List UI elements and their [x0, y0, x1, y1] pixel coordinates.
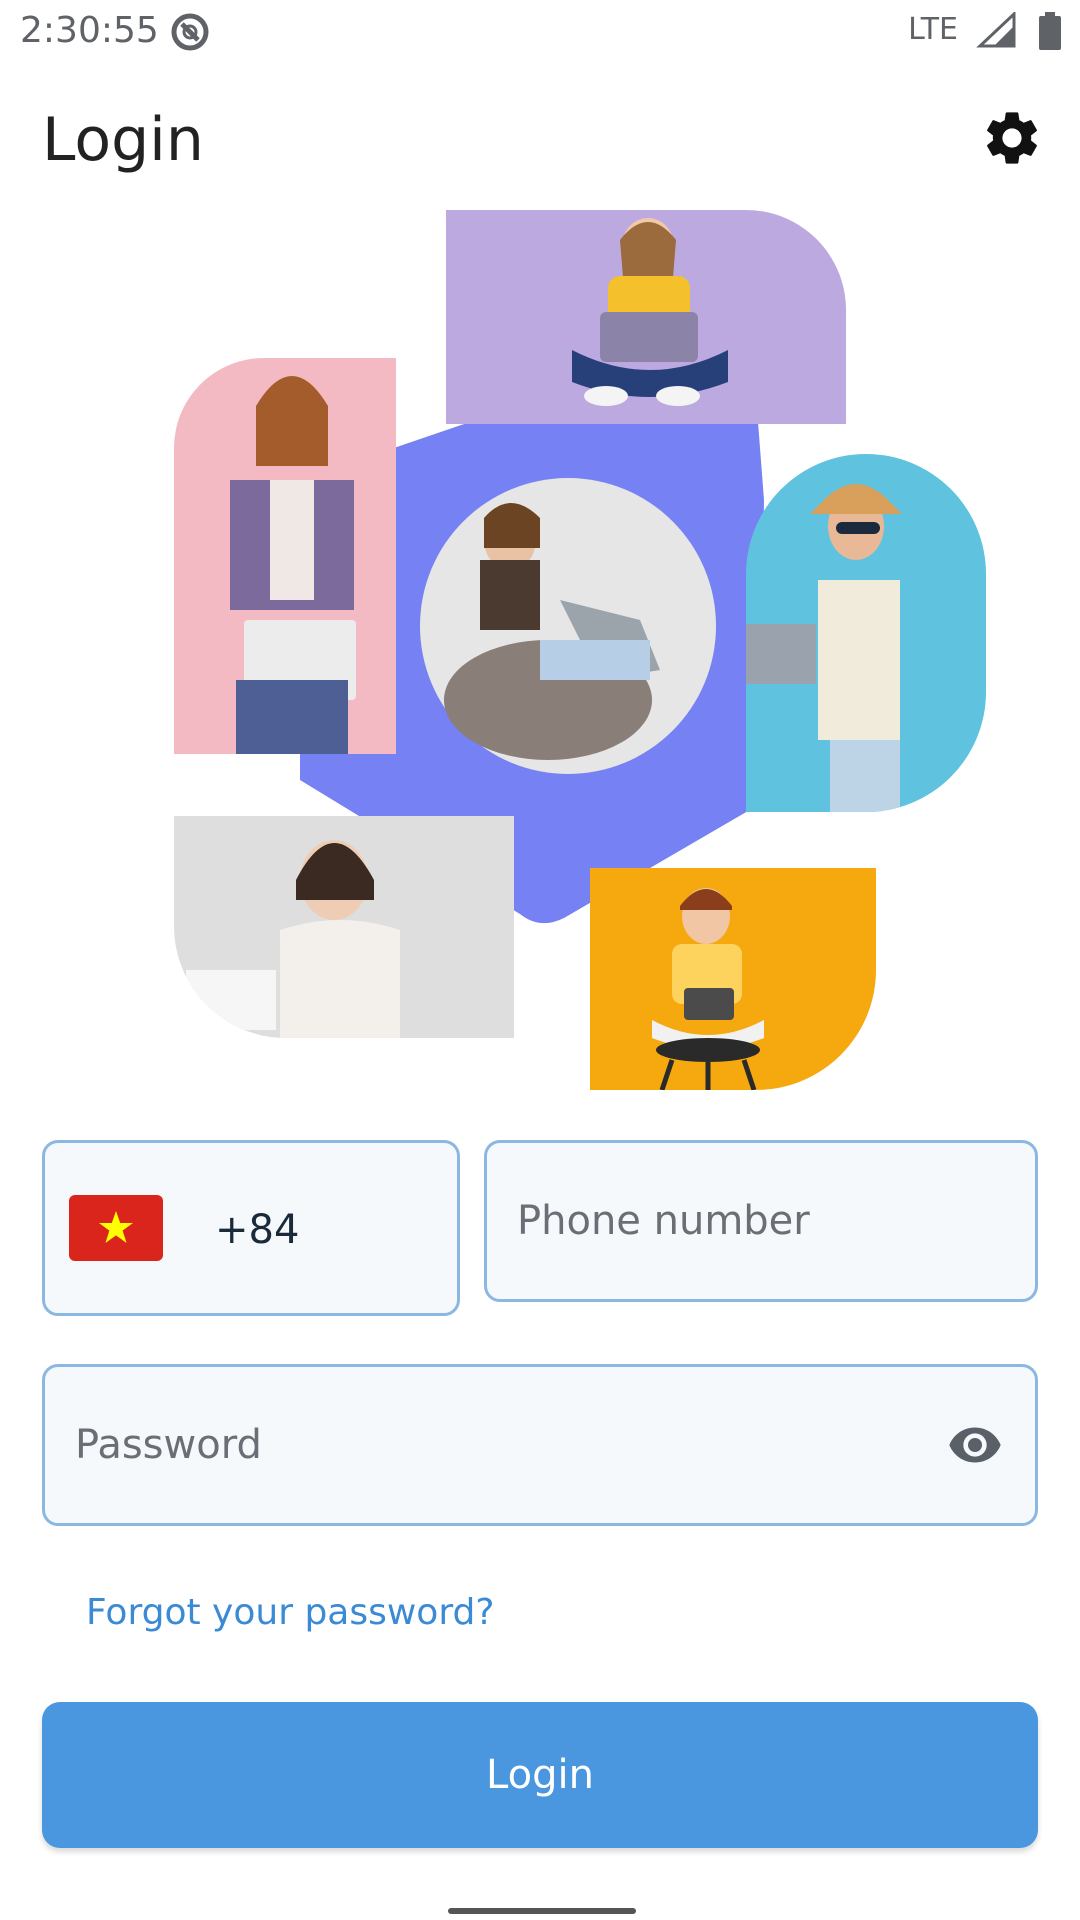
people-collage-image	[174, 210, 986, 1090]
phone-number-input[interactable]	[515, 1143, 1005, 1299]
status-bar: 2:30:55 LTE	[0, 0, 1080, 64]
login-button[interactable]: Login	[42, 1702, 1038, 1848]
forgot-password-link[interactable]: Forgot your password?	[86, 1592, 494, 1633]
eye-icon[interactable]	[943, 1417, 1007, 1473]
password-field[interactable]	[42, 1364, 1038, 1526]
phone-number-field[interactable]	[484, 1140, 1038, 1302]
dial-code: +84	[215, 1207, 300, 1253]
hero-illustration	[0, 200, 1080, 1100]
password-input[interactable]	[73, 1367, 893, 1523]
star-icon	[99, 1211, 133, 1243]
page-title: Login	[42, 105, 204, 175]
signal-icon	[976, 12, 1016, 48]
country-code-selector[interactable]: +84	[42, 1140, 460, 1316]
gear-icon[interactable]	[980, 106, 1044, 170]
do-not-disturb-icon	[171, 13, 209, 51]
gesture-nav-handle[interactable]	[448, 1908, 636, 1914]
network-type: LTE	[908, 12, 958, 47]
vietnam-flag-icon	[69, 1195, 163, 1261]
status-time: 2:30:55	[20, 10, 159, 51]
battery-icon	[1039, 12, 1061, 50]
